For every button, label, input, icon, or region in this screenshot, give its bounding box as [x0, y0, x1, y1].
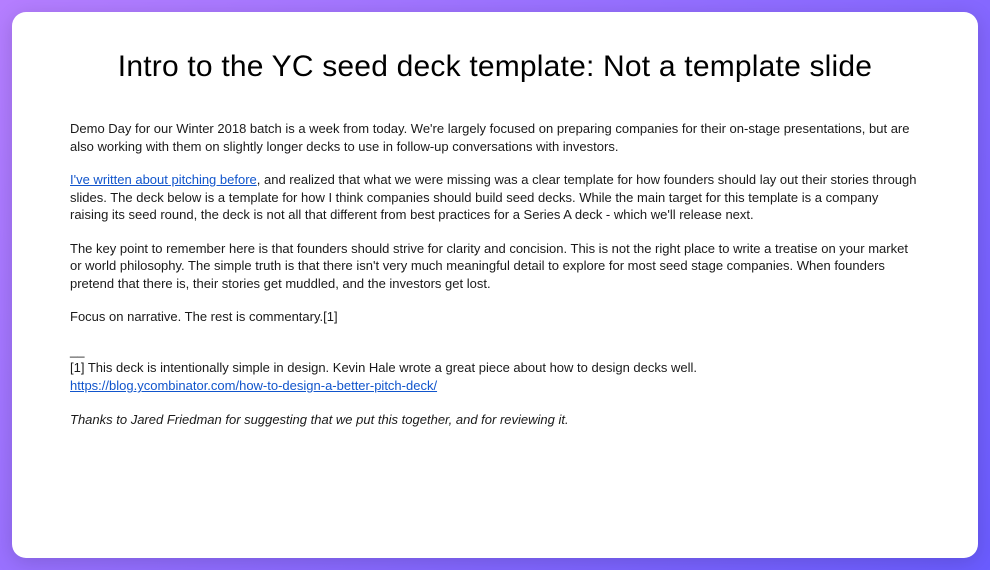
footnote-link[interactable]: https://blog.ycombinator.com/how-to-desi… [70, 378, 437, 393]
slide-container: Intro to the YC seed deck template: Not … [12, 12, 978, 558]
paragraph-pitching: I've written about pitching before, and … [70, 171, 920, 224]
slide-body: Demo Day for our Winter 2018 batch is a … [70, 120, 920, 428]
slide-title: Intro to the YC seed deck template: Not … [70, 50, 920, 84]
thanks-text: Thanks to Jared Friedman for suggesting … [70, 411, 920, 429]
footnote-text: [1] This deck is intentionally simple in… [70, 359, 920, 394]
paragraph-clarity: The key point to remember here is that f… [70, 240, 920, 293]
paragraph-narrative: Focus on narrative. The rest is commenta… [70, 308, 920, 326]
footnote-divider: __ [70, 342, 920, 360]
footnote-body: [1] This deck is intentionally simple in… [70, 360, 697, 375]
pitching-link[interactable]: I've written about pitching before [70, 172, 257, 187]
paragraph-intro: Demo Day for our Winter 2018 batch is a … [70, 120, 920, 155]
